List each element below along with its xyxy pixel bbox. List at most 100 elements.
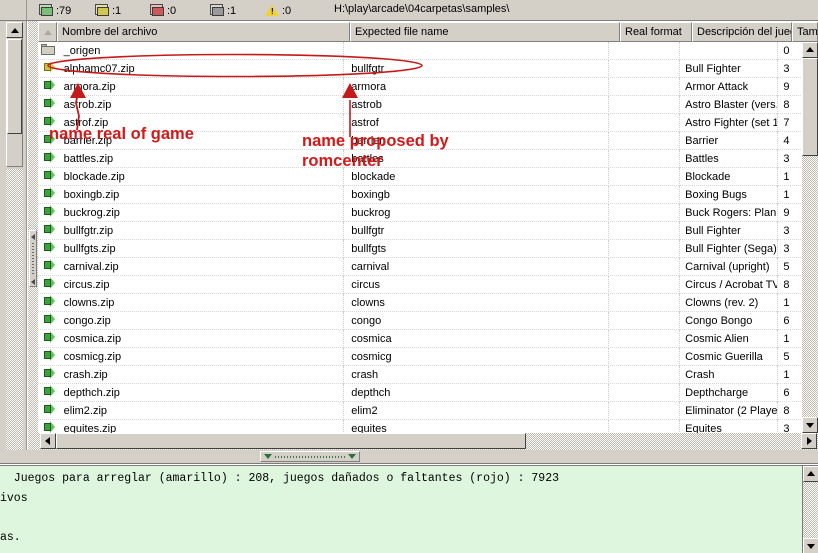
table-row[interactable]: astrof.zip astrof Astro Fighter (set 1) 7 [38,114,802,132]
file-list-view[interactable]: Nombre del archivo Expected file name Re… [38,21,818,450]
zip-green-icon [38,150,57,168]
cell-format [609,150,681,168]
cell-size: 4 [783,135,790,147]
cell-expected: barrier [344,132,610,150]
cell-name: boxingb.zip [57,186,345,204]
column-header-sort[interactable] [38,22,57,42]
zip-green-icon [38,240,57,258]
table-row[interactable]: cosmica.zip cosmica Cosmic Alien 1 [38,330,802,348]
table-row[interactable]: barrier.zip barrier Barrier 4 [38,132,802,150]
cell-size: 8 [783,99,790,111]
column-header-description[interactable]: Descripción del juego [692,22,792,42]
cell-name: alphamc07.zip [57,60,345,78]
left-scrollbar-up-button[interactable] [6,22,23,38]
zip-green-icon [38,204,57,222]
chevron-left-icon [45,437,50,445]
list-vertical-scrollbar[interactable] [802,42,818,433]
zip-green-icon [38,168,57,186]
cell-size: 1 [783,189,790,201]
left-scrollbar-thumb[interactable] [7,39,22,134]
list-scroll-right-button[interactable] [801,433,817,449]
chevron-up-icon [807,471,815,476]
cell-format [609,222,681,240]
list-horizontal-scrollbar-thumb[interactable] [56,433,526,449]
table-row[interactable]: astrob.zip astrob Astro Blaster (vers... 8 [38,96,802,114]
log-text: Juegos para arreglar (amarillo) : 208, j… [0,472,559,544]
table-row[interactable]: carnival.zip carnival Carnival (upright) 5 [38,258,802,276]
cell-desc: Bull Fighter [680,222,779,240]
table-row[interactable]: equites.zip equites Equites 3 [38,420,802,433]
list-horizontal-scrollbar[interactable] [38,433,818,450]
column-header-format[interactable]: Real format [620,22,692,42]
table-row[interactable]: crash.zip crash Crash 1 [38,366,802,384]
zip-green-icon [38,420,57,433]
cell-desc: Equites [680,420,779,433]
table-row[interactable]: armora.zip armora Armor Attack 9 [38,78,802,96]
log-scroll-down-button[interactable] [803,538,818,553]
table-row[interactable]: battles.zip battles Battles 3 [38,150,802,168]
log-panel[interactable]: Juegos para arreglar (amarillo) : 208, j… [0,465,818,553]
table-row[interactable]: buckrog.zip buckrog Buck Rogers: Plan... 9 [38,204,802,222]
list-body[interactable]: _origen 0 alphamc07.zip bullfgtr Bull Fighte… [38,42,802,433]
zip-green-icon [38,114,57,132]
table-row[interactable]: _origen 0 [38,42,802,60]
cell-expected: congo [344,312,610,330]
cell-desc: Congo Bongo [680,312,779,330]
cell-format [609,186,681,204]
cell-desc: Carnival (upright) [680,258,779,276]
cell-name: astrob.zip [57,96,345,114]
column-header-expected[interactable]: Expected file name [350,22,620,42]
log-scroll-up-button[interactable] [803,466,818,482]
chevron-left-icon-2 [31,279,35,285]
counter-red[interactable]: :0 [150,2,176,19]
table-row[interactable]: cosmicg.zip cosmicg Cosmic Guerilla 5 [38,348,802,366]
cell-expected: crash [344,366,610,384]
cell-expected: astrof [344,114,610,132]
cell-expected: bullfgtr [344,222,610,240]
cell-size: 6 [783,387,790,399]
vertical-splitter[interactable] [28,21,38,450]
cell-size: 0 [783,45,790,57]
table-row[interactable]: boxingb.zip boxingb Boxing Bugs 1 [38,186,802,204]
table-row[interactable]: bullfgtr.zip bullfgtr Bull Fighter 3 [38,222,802,240]
table-row[interactable]: clowns.zip clowns Clowns (rev. 2) 1 [38,294,802,312]
table-row[interactable]: blockade.zip blockade Blockade 1 [38,168,802,186]
cell-name: buckrog.zip [57,204,345,222]
table-row[interactable]: depthch.zip depthch Depthcharge 6 [38,384,802,402]
left-panel-hatch [6,169,23,450]
table-row[interactable]: congo.zip congo Congo Bongo 6 [38,312,802,330]
counter-gray[interactable]: :1 [210,2,236,19]
cell-expected: armora [344,78,610,96]
cell-expected: equites [344,420,610,433]
horizontal-splitter[interactable] [0,450,818,464]
cell-name: crash.zip [57,366,345,384]
table-row[interactable]: alphamc07.zip bullfgtr Bull Fighter 3 [38,60,802,78]
log-vertical-scrollbar[interactable] [802,466,818,553]
table-row[interactable]: elim2.zip elim2 Eliminator (2 Playe... 8 [38,402,802,420]
vertical-splitter-grip[interactable] [29,230,37,287]
cell-format [609,420,681,433]
table-row[interactable]: bullfgts.zip bullfgts Bull Fighter (Sega) 3 [38,240,802,258]
cell-size: 5 [783,261,790,273]
cell-expected: boxingb [344,186,610,204]
horizontal-splitter-grip[interactable] [260,451,360,462]
counter-green[interactable]: :79 [39,2,71,19]
zip-green-icon [38,312,57,330]
cell-size: 1 [783,171,790,183]
column-header-name[interactable]: Nombre del archivo [57,22,350,42]
list-vertical-scrollbar-thumb[interactable] [802,58,818,156]
table-row[interactable]: circus.zip circus Circus / Acrobat TV 8 [38,276,802,294]
folder-icon [38,42,57,60]
left-panel-scroll-strip[interactable] [0,21,27,450]
list-scroll-down-button[interactable] [802,417,818,433]
chevron-down-icon-right [348,454,356,459]
zip-green-icon [38,258,57,276]
list-scroll-up-button[interactable] [802,42,818,58]
column-header-size[interactable]: Tam. [792,22,818,42]
list-scroll-left-button[interactable] [40,433,56,449]
cell-expected: battles [344,150,610,168]
cell-format [609,240,681,258]
cell-desc: Astro Fighter (set 1) [680,114,779,132]
counter-yellow[interactable]: :1 [95,2,121,19]
counter-warning[interactable]: ! :0 [265,2,291,19]
